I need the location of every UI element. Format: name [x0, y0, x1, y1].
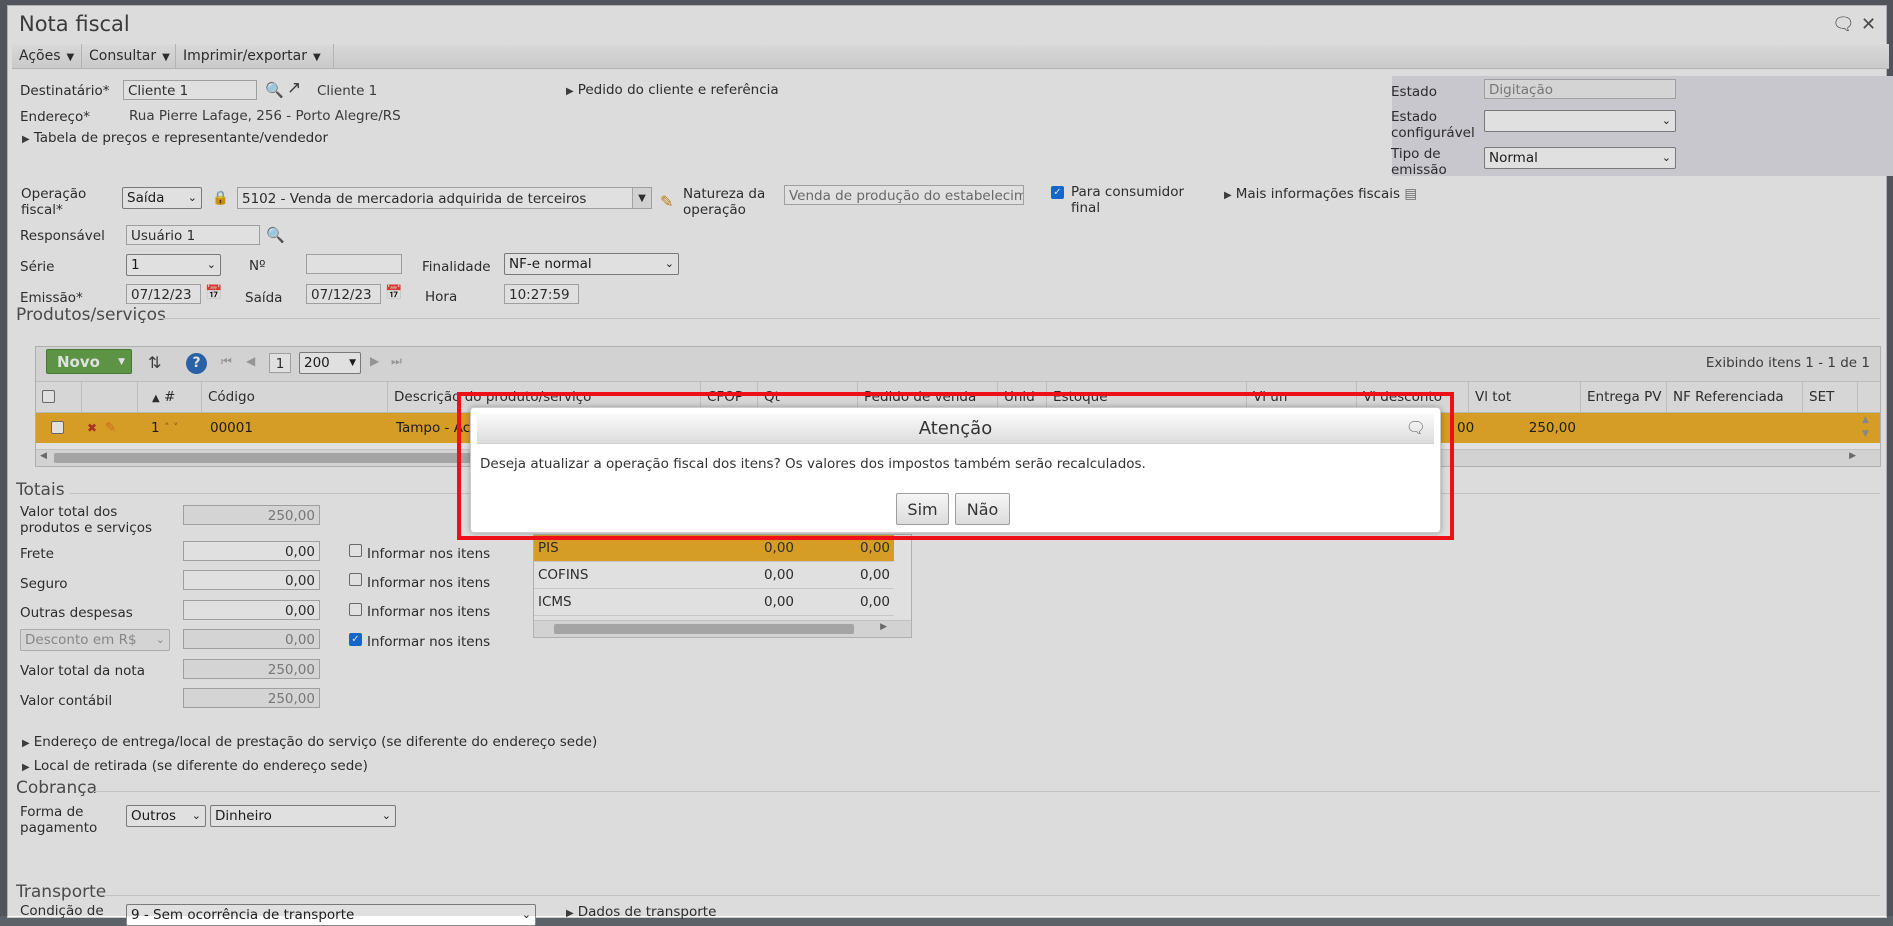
highlight-box [457, 392, 1454, 540]
